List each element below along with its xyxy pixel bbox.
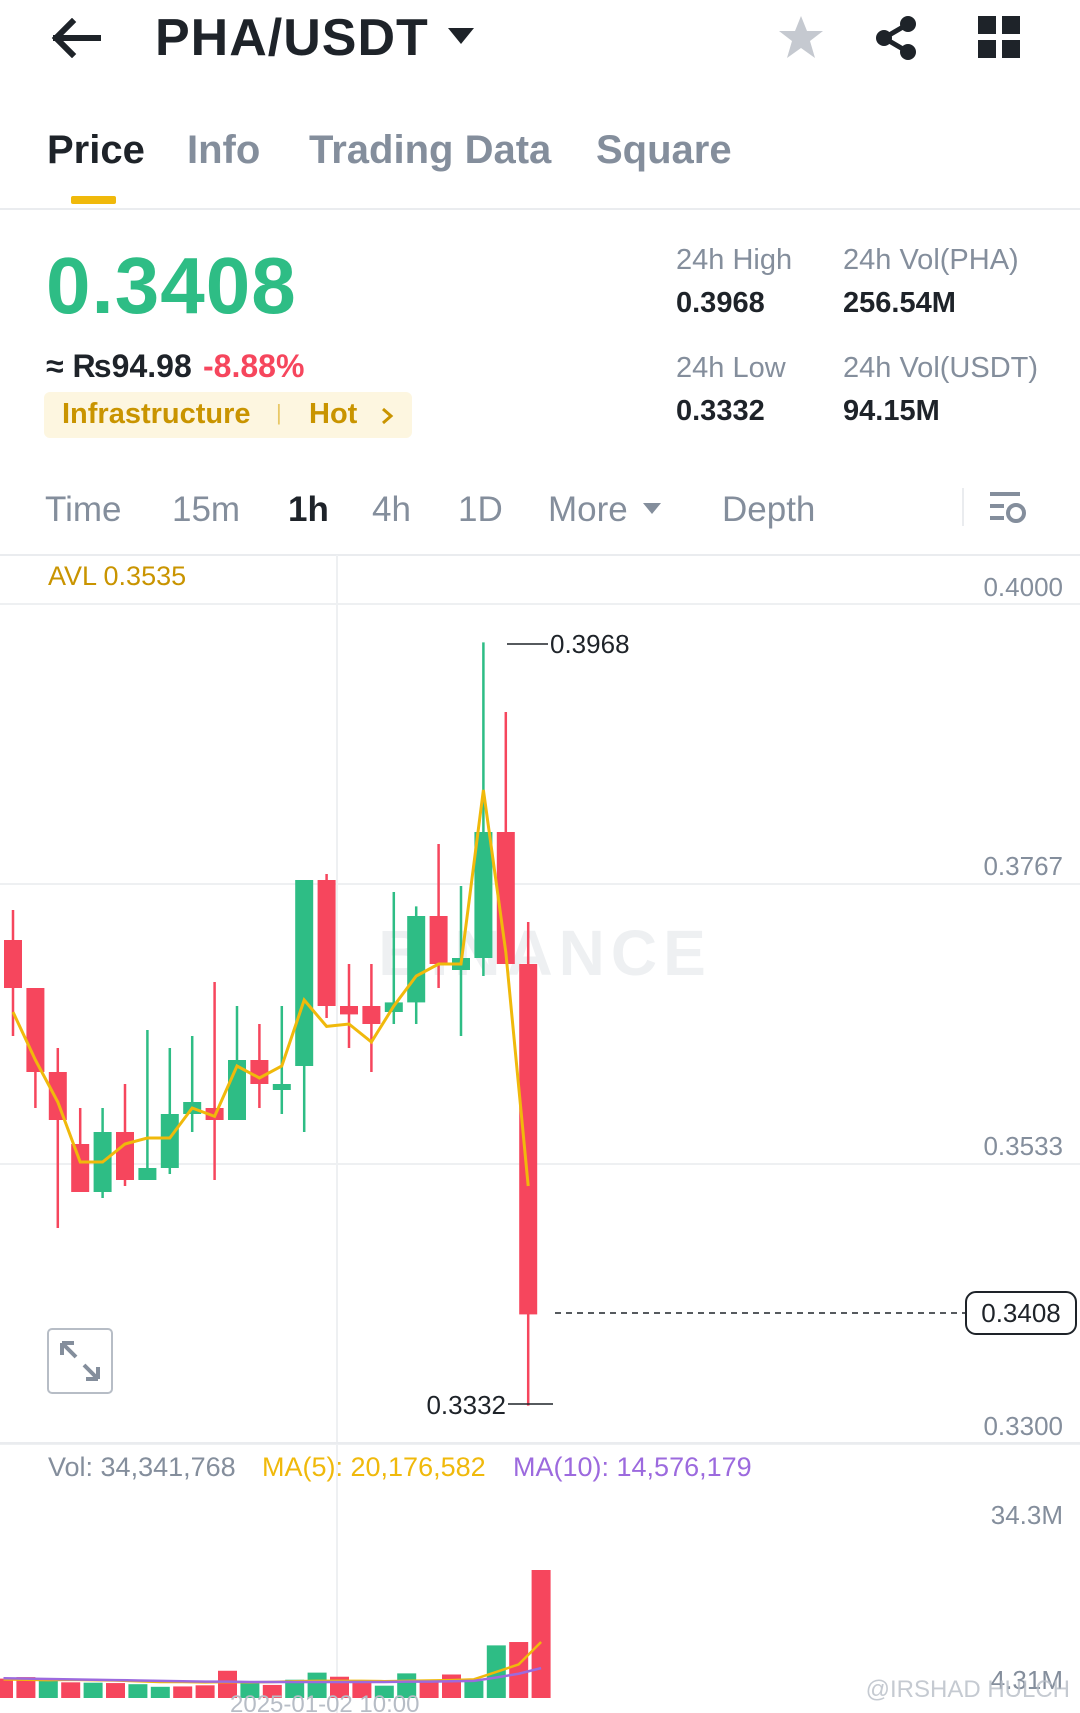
volume-bar xyxy=(0,1678,13,1698)
tab-trading-data[interactable]: Trading Data xyxy=(309,128,551,173)
vol-ma5-label: MA(5): 20,176,582 xyxy=(262,1452,486,1482)
volume-bar xyxy=(419,1681,439,1698)
price-change: -8.88% xyxy=(203,348,305,384)
price-chart[interactable]: BINANCE AVL 0.3535 0.4000 0.3767 0.3533 … xyxy=(0,555,1080,1713)
y-tick-label: 0.4000 xyxy=(983,572,1063,602)
interval-depth[interactable]: Depth xyxy=(722,490,815,530)
watermark: BINANCE xyxy=(378,917,712,989)
candle[interactable] xyxy=(362,1006,381,1024)
high-marker: 0.3968 xyxy=(507,629,630,659)
candle[interactable] xyxy=(295,880,314,1066)
volume-bar xyxy=(442,1674,461,1698)
more-caret-icon[interactable] xyxy=(643,502,661,520)
volume-bar xyxy=(106,1683,125,1698)
back-arrow-icon[interactable] xyxy=(50,17,102,59)
vol-ma10-label: MA(10): 14,576,179 xyxy=(513,1452,752,1482)
candle[interactable] xyxy=(429,916,448,964)
high-label: 24h High xyxy=(676,244,793,276)
category-tag[interactable]: Infrastructure | Hot xyxy=(44,392,412,438)
interval-time[interactable]: Time xyxy=(45,490,121,530)
candle[interactable] xyxy=(160,1114,179,1168)
vol-label: Vol: 34,341,768 xyxy=(48,1452,236,1482)
candle[interactable] xyxy=(317,880,336,1006)
star-icon[interactable] xyxy=(776,14,826,67)
interval-4h[interactable]: 4h xyxy=(372,490,411,530)
volume-bar xyxy=(509,1642,529,1698)
low-label: 24h Low xyxy=(676,352,786,384)
volume-bar xyxy=(128,1684,148,1698)
y-tick-label: 0.3767 xyxy=(983,851,1063,881)
candle[interactable] xyxy=(116,1132,134,1180)
tag-separator: | xyxy=(276,400,282,425)
candle[interactable] xyxy=(340,1006,358,1015)
interval-15m[interactable]: 15m xyxy=(172,490,240,530)
tag-infrastructure[interactable]: Infrastructure xyxy=(62,398,251,431)
vol-quote-label: 24h Vol(USDT) xyxy=(843,352,1039,384)
tab-info[interactable]: Info xyxy=(187,128,260,173)
fiat-price: ≈ ₨94.98 xyxy=(46,348,192,384)
interval-1h[interactable]: 1h xyxy=(288,490,329,530)
avl-label: AVL 0.3535 xyxy=(48,561,186,591)
expand-chart-button[interactable] xyxy=(47,1328,113,1394)
candle[interactable] xyxy=(519,964,538,1315)
date-label: 2025-01-02 10:00 xyxy=(230,1691,420,1713)
last-price: 0.3408 xyxy=(46,241,297,330)
low-marker: 0.3332 xyxy=(426,1390,553,1420)
pair-title[interactable]: PHA/USDT xyxy=(155,8,429,68)
main-tabs: Price Info Trading Data Square xyxy=(0,118,1080,210)
candle[interactable] xyxy=(48,1072,67,1120)
interval-more[interactable]: More xyxy=(548,490,628,530)
y-tick-label: 0.3533 xyxy=(983,1131,1063,1161)
tag-hot[interactable]: Hot xyxy=(309,398,357,431)
tab-price[interactable]: Price xyxy=(47,128,145,173)
vol-quote-value: 94.15M xyxy=(843,395,940,427)
caret-down-icon[interactable] xyxy=(448,28,474,44)
candles-group xyxy=(4,642,538,1406)
low-value: 0.3332 xyxy=(676,395,765,427)
candle[interactable] xyxy=(4,940,22,988)
low-marker-label: 0.3332 xyxy=(426,1390,506,1420)
high-marker-label: 0.3968 xyxy=(550,629,630,659)
vol-base-value: 256.54M xyxy=(843,287,956,319)
candle[interactable] xyxy=(474,832,493,958)
vol-base-label: 24h Vol(PHA) xyxy=(843,244,1019,276)
candle[interactable] xyxy=(71,1144,90,1192)
divider xyxy=(962,488,964,526)
volume-bar xyxy=(195,1685,215,1698)
candle[interactable] xyxy=(250,1060,269,1084)
volume-bar xyxy=(464,1680,484,1698)
share-icon[interactable] xyxy=(872,14,920,67)
volume-bar xyxy=(150,1686,170,1698)
chevron-right-icon xyxy=(380,406,394,431)
candle[interactable] xyxy=(138,1168,157,1180)
volume-bar xyxy=(61,1682,81,1698)
interval-bar: Time 15m 1h 4h 1D More Depth xyxy=(0,476,1080,556)
candle[interactable] xyxy=(407,916,426,1003)
credit-watermark: @IRSHAD HULCH xyxy=(866,1676,1070,1703)
volume-bar xyxy=(173,1686,193,1698)
grid-icon[interactable] xyxy=(978,16,1020,63)
volume-bar xyxy=(531,1570,551,1698)
interval-1d[interactable]: 1D xyxy=(458,490,503,530)
tab-square[interactable]: Square xyxy=(596,128,732,173)
y-tick-label: 0.3300 xyxy=(983,1411,1063,1441)
chart-settings-icon[interactable] xyxy=(988,488,1028,533)
vol-axis-top: 34.3M xyxy=(991,1500,1063,1530)
candle[interactable] xyxy=(272,1084,291,1090)
high-value: 0.3968 xyxy=(676,287,765,319)
volume-bar xyxy=(83,1682,103,1698)
current-price-label: 0.3408 xyxy=(981,1298,1061,1328)
volume-bar xyxy=(38,1679,58,1698)
active-tab-indicator xyxy=(71,196,116,204)
